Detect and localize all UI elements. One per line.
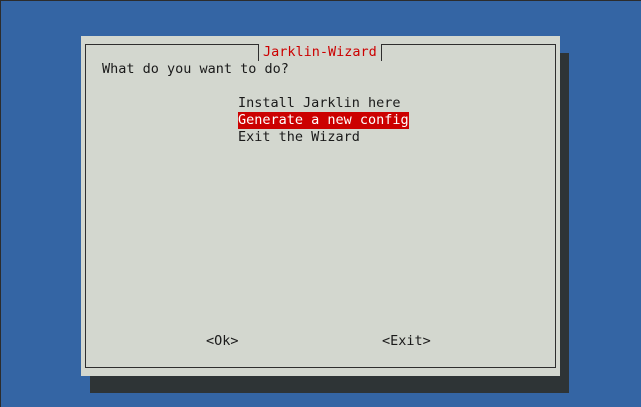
wizard-dialog: Jarklin-Wizard What do you want to do? I…: [81, 36, 560, 376]
dialog-prompt: What do you want to do?: [102, 61, 289, 77]
menu-row-generate: Generate a new config: [238, 112, 409, 129]
menu-item-install[interactable]: Install Jarklin here: [238, 95, 401, 111]
exit-button[interactable]: <Exit>: [382, 333, 431, 350]
dialog-title: Jarklin-Wizard: [258, 44, 382, 61]
menu-row-exit: Exit the Wizard: [238, 129, 409, 146]
terminal-screen: Jarklin-Wizard What do you want to do? I…: [0, 0, 641, 407]
dialog-frame: Jarklin-Wizard What do you want to do? I…: [85, 44, 556, 368]
menu-row-install: Install Jarklin here: [238, 95, 409, 112]
menu-item-exit-wizard[interactable]: Exit the Wizard: [238, 129, 360, 145]
ok-button[interactable]: <Ok>: [206, 333, 239, 350]
menu-list: Install Jarklin here Generate a new conf…: [238, 95, 409, 146]
menu-item-generate-config[interactable]: Generate a new config: [238, 112, 409, 129]
